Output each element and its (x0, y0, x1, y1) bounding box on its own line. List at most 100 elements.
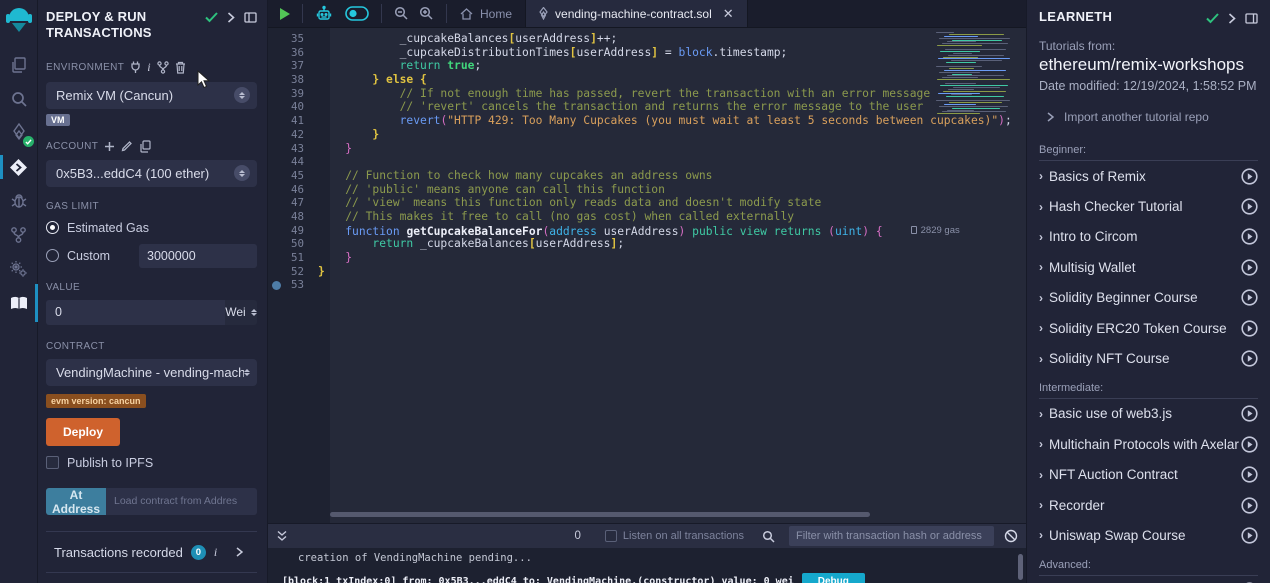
custom-gas-input[interactable] (139, 244, 257, 268)
custom-gas-radio[interactable] (46, 249, 59, 262)
estimated-gas-radio[interactable] (46, 221, 59, 234)
editor-horizontal-scrollbar[interactable] (330, 512, 870, 517)
tutorial-play-button[interactable] (1241, 527, 1258, 544)
line-number[interactable]: 41 (284, 114, 318, 128)
sidebar-item-debugger[interactable] (0, 184, 38, 218)
tutorial-item-solidity-beginner-course[interactable]: ›Solidity Beginner Course (1039, 283, 1258, 313)
sidebar-item-solidity-compiler[interactable] (0, 116, 38, 150)
line-number[interactable]: 46 (284, 183, 318, 197)
sidebar-item-file-explorer[interactable] (0, 48, 38, 82)
tutorial-item-intro-to-circom[interactable]: ›Intro to Circom (1039, 222, 1258, 252)
value-unit-select[interactable]: Wei (225, 300, 257, 325)
tutorial-item-uniswap-swap-course[interactable]: ›Uniswap Swap Course (1039, 520, 1258, 550)
sidebar-item-git[interactable] (0, 218, 38, 252)
line-number[interactable]: 37 (284, 59, 318, 73)
line-number[interactable]: 53 (284, 278, 318, 292)
line-number[interactable]: 42 (284, 128, 318, 142)
sidebar-item-deploy-run[interactable] (0, 150, 38, 184)
fork-state-icon[interactable] (157, 61, 169, 74)
tutorial-play-button[interactable] (1241, 289, 1258, 306)
tutorial-item-hash-checker-tutorial[interactable]: ›Hash Checker Tutorial (1039, 191, 1258, 221)
clear-terminal-ban-icon[interactable] (1004, 529, 1018, 543)
plug-icon[interactable] (130, 61, 141, 74)
line-number[interactable]: 51 (284, 251, 318, 265)
value-input[interactable] (46, 300, 225, 325)
tutorial-expand-chevron[interactable]: › (1039, 291, 1043, 305)
tutorial-expand-chevron[interactable]: › (1039, 321, 1043, 335)
line-number[interactable]: 39 (284, 87, 318, 101)
tutorial-expand-chevron[interactable]: › (1039, 528, 1043, 542)
deploy-button[interactable]: Deploy (46, 418, 120, 446)
sidebar-item-search[interactable] (0, 82, 38, 116)
contract-select[interactable]: VendingMachine - vending-machin (46, 359, 257, 386)
tutorial-expand-chevron[interactable]: › (1039, 260, 1043, 274)
import-tutorial-repo-row[interactable]: Import another tutorial repo (1039, 110, 1258, 124)
tutorial-item-basic-use-of-web3-js[interactable]: ›Basic use of web3.js (1039, 399, 1258, 429)
at-address-button[interactable]: At Address (46, 488, 106, 515)
sidebar-item-settings[interactable] (0, 252, 38, 286)
line-number[interactable]: 44 (284, 155, 318, 169)
tutorial-play-button[interactable] (1241, 320, 1258, 337)
line-number[interactable]: 47 (284, 196, 318, 210)
zoom-out-icon[interactable] (394, 6, 409, 21)
tutorial-expand-chevron[interactable]: › (1039, 468, 1043, 482)
add-account-plus-icon[interactable] (104, 141, 115, 152)
line-number[interactable]: 36 (284, 46, 318, 60)
tutorial-play-button[interactable] (1241, 497, 1258, 514)
tutorial-play-button[interactable] (1241, 259, 1258, 276)
tutorial-play-button[interactable] (1241, 436, 1258, 453)
line-number[interactable]: 43 (284, 142, 318, 156)
tutorial-expand-chevron[interactable]: › (1039, 498, 1043, 512)
account-select[interactable]: 0x5B3...eddC4 (100 ether) (46, 160, 257, 187)
tab-home[interactable]: Home (447, 0, 525, 27)
line-number[interactable]: 40 (284, 100, 318, 114)
focus-chevron-icon[interactable] (1228, 13, 1236, 24)
environment-select[interactable]: Remix VM (Cancun) (46, 82, 257, 109)
tutorial-play-button[interactable] (1241, 466, 1258, 483)
listen-all-transactions-checkbox[interactable] (605, 530, 617, 542)
line-number[interactable]: 45 (284, 169, 318, 183)
tutorial-play-button[interactable] (1241, 228, 1258, 245)
tutorial-item-nft-auction-contract[interactable]: ›NFT Auction Contract (1039, 460, 1258, 490)
at-address-input[interactable] (106, 488, 257, 515)
zoom-in-icon[interactable] (419, 6, 434, 21)
tutorial-item-recorder[interactable]: ›Recorder (1039, 490, 1258, 520)
terminal-expand-chevrons-icon[interactable] (276, 530, 288, 542)
code-editor[interactable]: 35 _cupcakeBalances[userAddress]++;36 _c… (268, 28, 1026, 523)
transactions-info-icon[interactable]: i (214, 545, 217, 560)
tutorial-expand-chevron[interactable]: › (1039, 352, 1043, 366)
tutorial-play-button[interactable] (1241, 350, 1258, 367)
copy-account-icon[interactable] (139, 140, 151, 153)
editor-minimap[interactable] (928, 30, 1012, 116)
tutorial-item-multichain-protocols-with-axelar[interactable]: ›Multichain Protocols with Axelar (1039, 429, 1258, 459)
breakpoint-dot[interactable] (272, 281, 281, 290)
environment-info-icon[interactable]: i (147, 60, 151, 75)
tutorial-item-solidity-nft-course[interactable]: ›Solidity NFT Course (1039, 343, 1258, 373)
tutorial-expand-chevron[interactable]: › (1039, 169, 1043, 183)
terminal-output[interactable]: creation of VendingMachine pending... [b… (268, 548, 1026, 583)
tutorial-expand-chevron[interactable]: › (1039, 200, 1043, 214)
focus-chevron-icon[interactable] (227, 12, 235, 23)
transactions-expand-chevron[interactable] (236, 547, 243, 557)
sign-message-pencil-icon[interactable] (121, 140, 133, 152)
deployed-contracts-row[interactable]: Deployed Contracts 0 (46, 572, 257, 583)
copilot-toggle-switch[interactable] (345, 6, 369, 21)
tutorial-item-basics-of-remix[interactable]: ›Basics of Remix (1039, 161, 1258, 191)
tutorial-play-button[interactable] (1241, 168, 1258, 185)
tutorial-play-button[interactable] (1241, 405, 1258, 422)
debug-button[interactable]: Debug (802, 573, 865, 583)
tutorial-item-solidity-erc20-token-course[interactable]: ›Solidity ERC20 Token Course (1039, 313, 1258, 343)
close-tab-icon[interactable]: ✕ (723, 6, 734, 22)
run-script-play-icon[interactable] (280, 8, 290, 20)
tutorial-expand-chevron[interactable]: › (1039, 230, 1043, 244)
delete-state-trash-icon[interactable] (175, 61, 186, 74)
transactions-recorded-row[interactable]: Transactions recorded 0 i (46, 531, 257, 572)
line-number[interactable]: 49 (284, 224, 318, 238)
line-number[interactable]: 38 (284, 73, 318, 87)
tutorial-expand-chevron[interactable]: › (1039, 437, 1043, 451)
publish-ipfs-checkbox[interactable] (46, 456, 59, 469)
tutorial-item-all-about-proxy-contracts[interactable]: ›All about Proxy Contracts (1039, 576, 1258, 583)
remix-logo[interactable] (5, 6, 33, 36)
tab-vending-machine-contract[interactable]: vending-machine-contract.sol ✕ (525, 0, 748, 27)
line-number[interactable]: 48 (284, 210, 318, 224)
